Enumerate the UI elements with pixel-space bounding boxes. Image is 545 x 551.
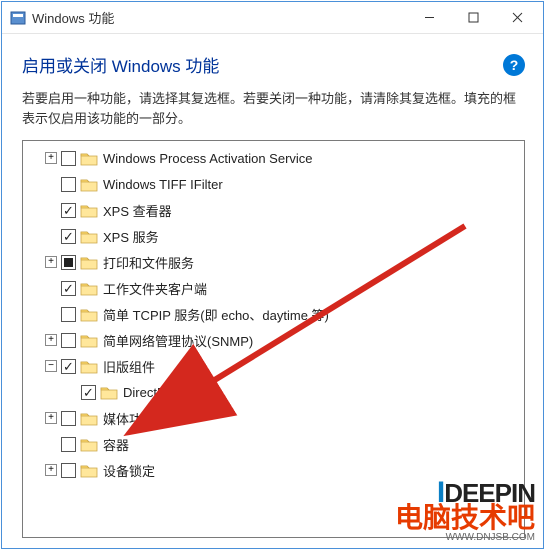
tree-row[interactable]: 容器 (25, 431, 522, 457)
expander-placeholder (65, 386, 77, 398)
titlebar: Windows 功能 (2, 2, 543, 34)
expander-icon[interactable]: + (45, 334, 57, 346)
tree-item-label: 工作文件夹客户端 (103, 279, 207, 298)
page-heading: 启用或关闭 Windows 功能 (22, 52, 503, 77)
tree-row[interactable]: 工作文件夹客户端 (25, 275, 522, 301)
tree-item-label: Windows TIFF IFilter (103, 177, 223, 192)
checkbox[interactable] (61, 177, 76, 192)
heading-row: 启用或关闭 Windows 功能 ? (22, 52, 525, 77)
expander-placeholder (45, 308, 57, 320)
checkbox[interactable] (61, 333, 76, 348)
tree-row[interactable]: − 旧版组件 (25, 353, 522, 379)
tree-item-label: 容器 (103, 435, 129, 454)
folder-icon (80, 463, 98, 478)
window: Windows 功能 启用或关闭 Windows 功能 ? 若要启用一种功能，请… (1, 1, 544, 549)
content-area: 启用或关闭 Windows 功能 ? 若要启用一种功能，请选择其复选框。若要关闭… (2, 34, 543, 548)
checkbox[interactable] (81, 385, 96, 400)
tree-row[interactable]: XPS 服务 (25, 223, 522, 249)
checkbox[interactable] (61, 359, 76, 374)
checkbox[interactable] (61, 437, 76, 452)
tree-item-label: 媒体功能 (103, 409, 155, 428)
tree-item-label: 旧版组件 (103, 357, 155, 376)
app-icon (10, 10, 26, 26)
folder-icon (80, 151, 98, 166)
folder-icon (80, 177, 98, 192)
expander-placeholder (45, 204, 57, 216)
tree-row[interactable]: XPS 查看器 (25, 197, 522, 223)
close-button[interactable] (495, 3, 539, 33)
tree-row[interactable]: Windows TIFF IFilter (25, 171, 522, 197)
expander-icon[interactable]: + (45, 256, 57, 268)
tree-item-label: 简单 TCPIP 服务(即 echo、daytime 等) (103, 305, 329, 324)
tree-item-label: DirectPlay (123, 385, 182, 400)
folder-icon (80, 307, 98, 322)
tree-item-label: XPS 查看器 (103, 201, 172, 220)
folder-icon (80, 229, 98, 244)
folder-icon (80, 411, 98, 426)
expander-icon[interactable]: + (45, 412, 57, 424)
expander-icon[interactable]: + (45, 152, 57, 164)
window-title: Windows 功能 (32, 8, 407, 27)
description-text: 若要启用一种功能，请选择其复选框。若要关闭一种功能，请清除其复选框。填充的框表示… (22, 89, 525, 128)
features-tree[interactable]: + Windows Process Activation Service Windo… (22, 140, 525, 538)
expander-placeholder (45, 282, 57, 294)
tree-item-label: XPS 服务 (103, 227, 159, 246)
expander-icon[interactable]: + (45, 464, 57, 476)
tree-row[interactable]: 简单 TCPIP 服务(即 echo、daytime 等) (25, 301, 522, 327)
folder-icon (80, 333, 98, 348)
expander-icon[interactable]: − (45, 360, 57, 372)
tree-row[interactable]: + Windows Process Activation Service (25, 145, 522, 171)
folder-icon (80, 255, 98, 270)
folder-icon (80, 437, 98, 452)
checkbox[interactable] (61, 411, 76, 426)
help-icon[interactable]: ? (503, 54, 525, 76)
expander-placeholder (45, 438, 57, 450)
folder-icon (80, 359, 98, 374)
checkbox[interactable] (61, 463, 76, 478)
folder-icon (80, 281, 98, 296)
tree-item-label: 打印和文件服务 (103, 253, 194, 272)
folder-icon (100, 385, 118, 400)
checkbox[interactable] (61, 255, 76, 270)
checkbox[interactable] (61, 281, 76, 296)
checkbox[interactable] (61, 151, 76, 166)
tree-row[interactable]: + 简单网络管理协议(SNMP) (25, 327, 522, 353)
maximize-button[interactable] (451, 3, 495, 33)
tree-row[interactable]: DirectPlay (25, 379, 522, 405)
expander-placeholder (45, 230, 57, 242)
checkbox[interactable] (61, 203, 76, 218)
tree-row[interactable]: + 媒体功能 (25, 405, 522, 431)
tree-item-label: 简单网络管理协议(SNMP) (103, 331, 253, 350)
expander-placeholder (45, 178, 57, 190)
tree-item-label: Windows Process Activation Service (103, 151, 313, 166)
tree-row[interactable]: + 设备锁定 (25, 457, 522, 483)
tree-row[interactable]: + 打印和文件服务 (25, 249, 522, 275)
checkbox[interactable] (61, 307, 76, 322)
tree-item-label: 设备锁定 (103, 461, 155, 480)
minimize-button[interactable] (407, 3, 451, 33)
folder-icon (80, 203, 98, 218)
checkbox[interactable] (61, 229, 76, 244)
